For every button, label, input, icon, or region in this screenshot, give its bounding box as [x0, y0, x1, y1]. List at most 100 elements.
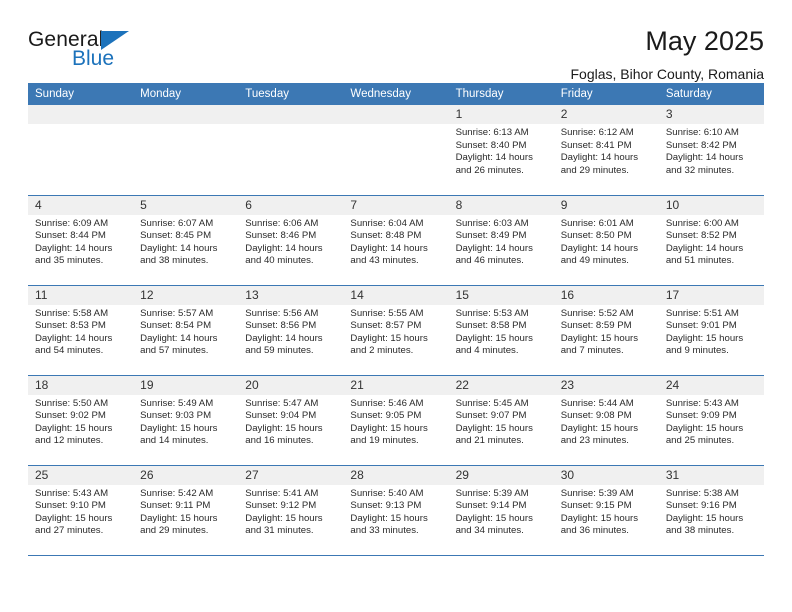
calendar-day-cell[interactable]: 24 Sunrise: 5:43 AM Sunset: 9:09 PM Dayligh… — [658, 375, 764, 466]
daylight-text-line2: and 21 minutes. — [455, 435, 524, 447]
day-number: 21 — [343, 375, 449, 395]
calendar-day-cell[interactable]: 20 Sunrise: 5:47 AM Sunset: 9:04 PM Dayligh… — [238, 375, 344, 466]
sunrise-text: Sunrise: 6:00 AM — [665, 217, 739, 229]
sunrise-text: Sunrise: 5:39 AM — [560, 487, 634, 499]
daylight-text-line2: and 36 minutes. — [560, 525, 629, 537]
calendar-header-row: Sunday Monday Tuesday Wednesday Thursday… — [28, 83, 764, 105]
sunrise-text: Sunrise: 5:44 AM — [560, 397, 634, 409]
calendar-day-cell[interactable]: 5 Sunrise: 6:07 AM Sunset: 8:45 PM Daylight… — [133, 195, 239, 286]
calendar-day-cell[interactable]: 25 Sunrise: 5:43 AM Sunset: 9:10 PM Dayligh… — [28, 465, 134, 556]
calendar-day-cell[interactable]: 6 Sunrise: 6:06 AM Sunset: 8:46 PM Daylight… — [238, 195, 344, 286]
sunrise-text: Sunrise: 6:01 AM — [560, 217, 634, 229]
sunrise-text: Sunrise: 5:57 AM — [140, 307, 214, 319]
day-number: 14 — [343, 285, 449, 305]
daylight-text-line2: and 26 minutes. — [455, 164, 524, 176]
sunrise-text: Sunrise: 5:41 AM — [245, 487, 319, 499]
day-number: 8 — [448, 195, 554, 215]
sunset-text: Sunset: 8:40 PM — [455, 139, 527, 151]
page-subtitle: Foglas, Bihor County, Romania — [570, 66, 765, 82]
daylight-text-line1: Daylight: 15 hours — [35, 512, 113, 524]
day-number: 28 — [343, 465, 449, 485]
sunrise-text: Sunrise: 5:43 AM — [665, 397, 739, 409]
sunrise-text: Sunrise: 5:53 AM — [455, 307, 529, 319]
calendar-day-cell[interactable]: 11 Sunrise: 5:58 AM Sunset: 8:53 PM Dayligh… — [28, 285, 134, 376]
sunset-text: Sunset: 8:52 PM — [665, 230, 737, 242]
day-details: Sunrise: 5:51 AM Sunset: 9:01 PM Daylight:… — [659, 305, 764, 358]
day-number: 9 — [553, 195, 659, 215]
calendar-day-cell[interactable]: 2 Sunrise: 6:12 AM Sunset: 8:41 PM Daylight… — [553, 105, 659, 196]
day-number: 5 — [133, 195, 239, 215]
daylight-text-line1: Daylight: 15 hours — [455, 332, 533, 344]
calendar-day-cell[interactable]: 29 Sunrise: 5:39 AM Sunset: 9:14 PM Dayligh… — [448, 465, 554, 556]
day-details: Sunrise: 5:57 AM Sunset: 8:54 PM Daylight:… — [133, 305, 238, 358]
calendar-day-cell[interactable]: 18 Sunrise: 5:50 AM Sunset: 9:02 PM Dayligh… — [28, 375, 134, 466]
calendar-day-cell[interactable]: 8 Sunrise: 6:03 AM Sunset: 8:49 PM Daylight… — [448, 195, 554, 286]
daylight-text-line1: Daylight: 14 hours — [455, 242, 533, 254]
calendar-day-cell[interactable]: 28 Sunrise: 5:40 AM Sunset: 9:13 PM Dayligh… — [343, 465, 449, 556]
brand-logo[interactable]: General Blue — [28, 26, 228, 69]
day-details: Sunrise: 5:50 AM Sunset: 9:02 PM Daylight:… — [28, 395, 133, 448]
calendar-day-cell[interactable]: 17 Sunrise: 5:51 AM Sunset: 9:01 PM Dayligh… — [658, 285, 764, 376]
daylight-text-line1: Daylight: 15 hours — [350, 512, 428, 524]
calendar-day-cell[interactable]: 31 Sunrise: 5:38 AM Sunset: 9:16 PM Dayligh… — [658, 465, 764, 556]
day-number: 29 — [448, 465, 554, 485]
daylight-text-line2: and 16 minutes. — [245, 435, 314, 447]
day-number: 6 — [238, 195, 344, 215]
calendar-day-cell[interactable]: 27 Sunrise: 5:41 AM Sunset: 9:12 PM Dayligh… — [238, 465, 344, 556]
day-number: 2 — [553, 105, 659, 124]
calendar-day-cell[interactable]: 10 Sunrise: 6:00 AM Sunset: 8:52 PM Dayligh… — [658, 195, 764, 286]
day-details: Sunrise: 6:03 AM Sunset: 8:49 PM Daylight:… — [449, 215, 554, 268]
day-number: 25 — [28, 465, 134, 485]
calendar-day-cell[interactable]: 30 Sunrise: 5:39 AM Sunset: 9:15 PM Dayligh… — [553, 465, 659, 556]
daylight-text-line1: Daylight: 15 hours — [665, 422, 744, 434]
calendar-day-cell[interactable]: 19 Sunrise: 5:49 AM Sunset: 9:03 PM Dayligh… — [133, 375, 239, 466]
day-details: Sunrise: 6:12 AM Sunset: 8:41 PM Daylight:… — [554, 124, 659, 177]
day-details: Sunrise: 5:43 AM Sunset: 9:10 PM Daylight:… — [28, 485, 133, 538]
calendar-day-cell[interactable]: 4 Sunrise: 6:09 AM Sunset: 8:44 PM Daylight… — [28, 195, 134, 286]
daylight-text-line2: and 19 minutes. — [350, 435, 419, 447]
day-number — [133, 105, 239, 124]
sunrise-text: Sunrise: 5:49 AM — [140, 397, 214, 409]
sunset-text: Sunset: 8:46 PM — [245, 230, 317, 242]
daylight-text-line1: Daylight: 14 hours — [350, 242, 428, 254]
sunrise-text: Sunrise: 5:52 AM — [560, 307, 634, 319]
daylight-text-line1: Daylight: 15 hours — [140, 512, 218, 524]
sunset-text: Sunset: 9:04 PM — [245, 410, 317, 422]
calendar-week-row: 18 Sunrise: 5:50 AM Sunset: 9:02 PM Dayligh… — [28, 375, 764, 466]
calendar-day-cell[interactable]: 22 Sunrise: 5:45 AM Sunset: 9:07 PM Dayligh… — [448, 375, 554, 466]
daylight-text-line1: Daylight: 15 hours — [560, 512, 639, 524]
calendar-day-cell[interactable]: 16 Sunrise: 5:52 AM Sunset: 8:59 PM Dayligh… — [553, 285, 659, 376]
calendar-day-cell[interactable]: 9 Sunrise: 6:01 AM Sunset: 8:50 PM Daylight… — [553, 195, 659, 286]
sunrise-text: Sunrise: 5:58 AM — [35, 307, 109, 319]
sunrise-text: Sunrise: 6:10 AM — [665, 127, 739, 138]
day-number — [238, 105, 344, 124]
sunset-text: Sunset: 9:03 PM — [140, 410, 212, 422]
calendar-day-cell[interactable]: 3 Sunrise: 6:10 AM Sunset: 8:42 PM Daylight… — [658, 105, 764, 196]
day-details: Sunrise: 5:52 AM Sunset: 8:59 PM Daylight:… — [554, 305, 659, 358]
calendar-day-cell[interactable]: 26 Sunrise: 5:42 AM Sunset: 9:11 PM Dayligh… — [133, 465, 239, 556]
calendar-day-cell[interactable]: 14 Sunrise: 5:55 AM Sunset: 8:57 PM Dayligh… — [343, 285, 449, 376]
sunset-text: Sunset: 9:12 PM — [245, 500, 317, 512]
calendar-day-cell[interactable]: 23 Sunrise: 5:44 AM Sunset: 9:08 PM Dayligh… — [553, 375, 659, 466]
sunset-text: Sunset: 9:09 PM — [665, 410, 737, 422]
daylight-text-line2: and 29 minutes. — [560, 164, 629, 176]
calendar-day-cell[interactable]: 7 Sunrise: 6:04 AM Sunset: 8:48 PM Daylight… — [343, 195, 449, 286]
sunset-text: Sunset: 8:58 PM — [455, 320, 527, 332]
daylight-text-line1: Daylight: 15 hours — [455, 512, 533, 524]
calendar-week-row: 25 Sunrise: 5:43 AM Sunset: 9:10 PM Dayligh… — [28, 465, 764, 556]
day-details: Sunrise: 5:55 AM Sunset: 8:57 PM Daylight:… — [343, 305, 448, 358]
calendar-day-cell[interactable]: 1 Sunrise: 6:13 AM Sunset: 8:40 PM Daylight… — [448, 105, 554, 196]
sunset-text: Sunset: 9:15 PM — [560, 500, 632, 512]
calendar-day-cell[interactable]: 12 Sunrise: 5:57 AM Sunset: 8:54 PM Dayligh… — [133, 285, 239, 376]
daylight-text-line2: and 4 minutes. — [455, 345, 519, 357]
sunset-text: Sunset: 9:08 PM — [560, 410, 632, 422]
daylight-text-line2: and 31 minutes. — [245, 525, 314, 537]
calendar-day-cell[interactable]: 21 Sunrise: 5:46 AM Sunset: 9:05 PM Dayligh… — [343, 375, 449, 466]
page-header: General Blue May 2025 Foglas, Bihor Coun… — [28, 0, 764, 82]
day-number: 15 — [448, 285, 554, 305]
calendar-day-cell[interactable]: 15 Sunrise: 5:53 AM Sunset: 8:58 PM Dayligh… — [448, 285, 554, 376]
calendar-day-cell[interactable]: 13 Sunrise: 5:56 AM Sunset: 8:56 PM Dayligh… — [238, 285, 344, 376]
day-number: 20 — [238, 375, 344, 395]
calendar-day-cell-empty — [133, 105, 239, 196]
sunrise-text: Sunrise: 6:13 AM — [455, 127, 529, 138]
